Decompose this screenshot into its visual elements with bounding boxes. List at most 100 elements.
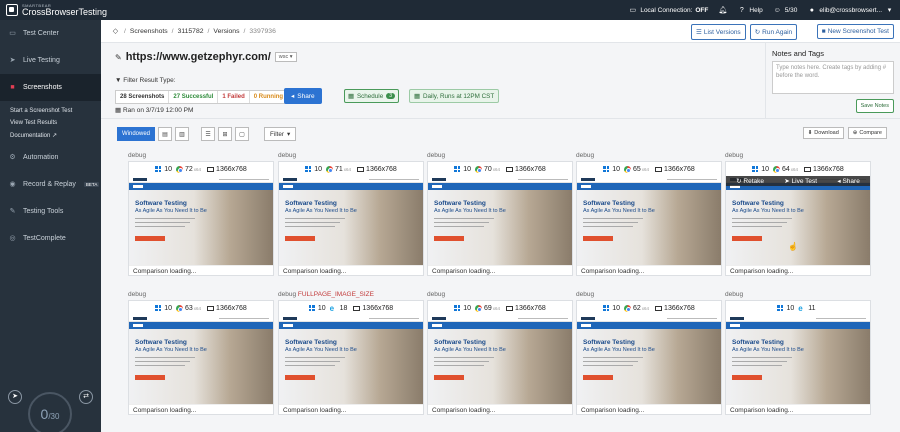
sidebar-item-screenshots[interactable]: ■ Screenshots [0, 74, 101, 101]
notifications[interactable]: 🔔︎ [718, 6, 727, 15]
sidebar-item-testing-tools[interactable]: ✎ Testing Tools [0, 198, 101, 225]
screenshot-card[interactable]: debug FULLPAGE_IMAGE_SIZE 10 e 18 1366x768 So… [278, 291, 424, 415]
screenshot-image[interactable]: Software Testing As Agile As You Need It … [428, 176, 572, 265]
filter-all[interactable]: 28 Screenshots [116, 91, 170, 103]
card-share-button[interactable]: ◂ Share [837, 177, 859, 185]
subnav-documentation[interactable]: Documentation ↗ [0, 129, 101, 142]
cursor-icon[interactable]: ➤ [8, 390, 22, 404]
screenshot-image[interactable]: Software Testing As Agile As You Need It … [279, 315, 423, 404]
card-meta: 10 64 x64 1366x768 [726, 162, 870, 176]
compare-button[interactable]: ⊕ Compare [847, 127, 887, 139]
screenshot-image[interactable]: Software Testing As Agile As You Need It … [428, 315, 572, 404]
comparison-status: Comparison loading... [279, 265, 423, 276]
sidebar-item-test-center[interactable]: ▭ Test Center [0, 20, 101, 47]
filter-failed[interactable]: 1 Failed [218, 91, 250, 103]
download-button[interactable]: ⬇ Download [802, 127, 844, 139]
screenshot-image[interactable]: Software Testing As Agile As You Need It … [129, 176, 273, 265]
screenshot-thumbnail-card[interactable]: 10 65 x64 1366x768 Software Testing As Agile … [576, 161, 722, 276]
document-view-icon[interactable]: ▥ [175, 127, 190, 141]
user-menu[interactable]: ● elib@crossbrowsert... ▾ [807, 6, 894, 15]
help-link[interactable]: ? Help [737, 6, 763, 15]
retake-button[interactable]: ↻ Retake [736, 177, 764, 185]
monitor-icon [506, 305, 514, 311]
subnav-view-results[interactable]: View Test Results [0, 117, 101, 129]
screenshot-card[interactable]: debug 10 62 x64 1366x768 Software Testing As … [576, 291, 722, 415]
screenshot-thumbnail-card[interactable]: 10 70 x64 1366x768 Software Testing As Agile … [427, 161, 573, 276]
arch-label: x64 [492, 166, 501, 172]
screenshot-thumbnail-card[interactable]: 10 62 x64 1366x768 Software Testing As Agile … [576, 300, 722, 415]
list-view-icon[interactable]: ☰ [201, 127, 216, 141]
screenshot-image[interactable]: Software Testing As Agile As You Need It … [577, 176, 721, 265]
notes-textarea[interactable]: Type notes here. Create tags by adding #… [772, 61, 894, 94]
screenshot-thumbnail-card[interactable]: 10 69 x64 1366x768 Software Testing As Agile … [427, 300, 573, 415]
breadcrumb-versions[interactable]: Versions [213, 28, 239, 35]
browser-version: 72 [184, 165, 193, 173]
screenshots-subnav: Start a Screenshot Test View Test Result… [0, 101, 101, 144]
screenshot-thumbnail-card[interactable]: 10 64 x64 1366x768 Software Testing As Agile … [725, 161, 871, 276]
browser-version: 62 [632, 304, 641, 312]
grid-view-icon[interactable]: ⊞ [218, 127, 233, 141]
save-notes-button[interactable]: Save Notes [855, 99, 894, 113]
screenshot-card[interactable]: debug 10 64 x64 1366x768 Software Testing As … [725, 152, 871, 276]
os-version: 10 [314, 165, 322, 173]
breadcrumb-screenshots[interactable]: Screenshots [130, 28, 168, 35]
windowed-view-button[interactable]: Windowed [117, 127, 156, 141]
home-icon[interactable]: ◇ [111, 27, 120, 36]
share-icon[interactable]: ⇄ [79, 390, 93, 404]
filter-running[interactable]: 0 Running [250, 91, 287, 103]
list-versions-button[interactable]: ☰ List Versions [691, 24, 746, 40]
ran-on: ▦ Ran on 3/7/19 12:00 PM [115, 107, 194, 114]
schedule-info[interactable]: ▦ Daily, Runs at 12PM CST [409, 89, 500, 103]
resolution: 1366x768 [216, 165, 247, 173]
wrench-icon: ✎ [9, 208, 16, 215]
sidebar-item-live-testing[interactable]: ➤ Live Testing [0, 47, 101, 74]
share-button[interactable]: ◂ Share [284, 88, 322, 104]
subnav-start-test[interactable]: Start a Screenshot Test [0, 105, 101, 117]
screenshot-card[interactable]: debug 10 71 x64 1366x768 Software Testing As … [278, 152, 424, 276]
screenshot-image[interactable]: Software Testing As Agile As You Need It … [726, 315, 870, 404]
screenshot-image[interactable]: Software Testing As Agile As You Need It … [279, 176, 423, 265]
resolution: 1366x768 [362, 304, 394, 312]
fullpage-view-icon[interactable]: ▤ [158, 127, 173, 141]
run-again-button[interactable]: ↻ Run Again [749, 24, 798, 40]
sidebar-item-automation[interactable]: ⚙ Automation [0, 144, 101, 171]
screenshot-thumbnail-card[interactable]: 10 71 x64 1366x768 Software Testing As Agile … [278, 161, 424, 276]
shot-title: Software Testing [583, 200, 635, 207]
filter-dropdown[interactable]: Filter ▾ [264, 127, 297, 141]
url-selector[interactable]: wsc ▾ [274, 52, 297, 62]
screenshot-image[interactable]: Software Testing As Agile As You Need It … [726, 176, 870, 265]
screenshot-card[interactable]: debug 10 69 x64 1366x768 Software Testing As … [427, 291, 573, 415]
sessions-counter[interactable]: ☺ 5/30 [773, 6, 798, 15]
shot-subtitle: As Agile As You Need It to Be [732, 208, 804, 214]
shot-title: Software Testing [135, 339, 187, 346]
screenshot-card[interactable]: debug 10 72 x64 1366x768 Software Testing As … [128, 152, 274, 276]
breadcrumb-test-id[interactable]: 3115782 [178, 28, 204, 35]
sidebar-item-record-replay[interactable]: ◉ Record & Replay BETA [0, 171, 101, 198]
share-icon: ◂ [291, 93, 295, 100]
screenshot-thumbnail-card[interactable]: 10 63 x64 1366x768 Software Testing As Agile … [128, 300, 274, 415]
screenshot-thumbnail-card[interactable]: 10 e 18 1366x768 Software Testing As Agile As… [278, 300, 424, 415]
screenshot-image[interactable]: Software Testing As Agile As You Need It … [129, 315, 273, 404]
screenshot-card[interactable]: debug 10 65 x64 1366x768 Software Testing As … [576, 152, 722, 276]
screenshot-thumbnail-card[interactable]: 10 72 x64 1366x768 Software Testing As Agile … [128, 161, 274, 276]
logo-icon [6, 4, 18, 16]
tested-url[interactable]: https://www.getzephyr.com/ [126, 51, 271, 63]
arch-label: x64 [492, 305, 501, 311]
sidebar-item-testcomplete[interactable]: ◎ TestComplete [0, 225, 101, 252]
schedule-button[interactable]: ▦ Schedule 3 [344, 89, 399, 103]
filter-successful[interactable]: 27 Successful [169, 91, 219, 103]
windows-icon [454, 305, 461, 311]
local-connection[interactable]: ▭ Local Connection: OFF [628, 6, 709, 15]
live-test-button[interactable]: ➤ Live Test [784, 177, 817, 185]
card-label: debug [427, 291, 446, 298]
screenshot-card[interactable]: debug 10 e 11 Software Testing As Agile As Y… [725, 291, 871, 415]
screenshot-card[interactable]: debug 10 70 x64 1366x768 Software Testing As … [427, 152, 573, 276]
screenshot-image[interactable]: Software Testing As Agile As You Need It … [577, 315, 721, 404]
logo[interactable]: SMARTBEAR CrossBrowserTesting [6, 2, 107, 18]
main-content: ◇ / Screenshots / 3115782 / Versions / 3… [101, 20, 900, 432]
screenshot-thumbnail-card[interactable]: 10 e 11 Software Testing As Agile As You Nee… [725, 300, 871, 415]
new-screenshot-test-button[interactable]: ■ New Screenshot Test [816, 24, 894, 39]
screenshot-card[interactable]: debug 10 63 x64 1366x768 Software Testing As … [128, 291, 274, 415]
chrome-icon [623, 165, 631, 173]
single-view-icon[interactable]: ▢ [235, 127, 250, 141]
